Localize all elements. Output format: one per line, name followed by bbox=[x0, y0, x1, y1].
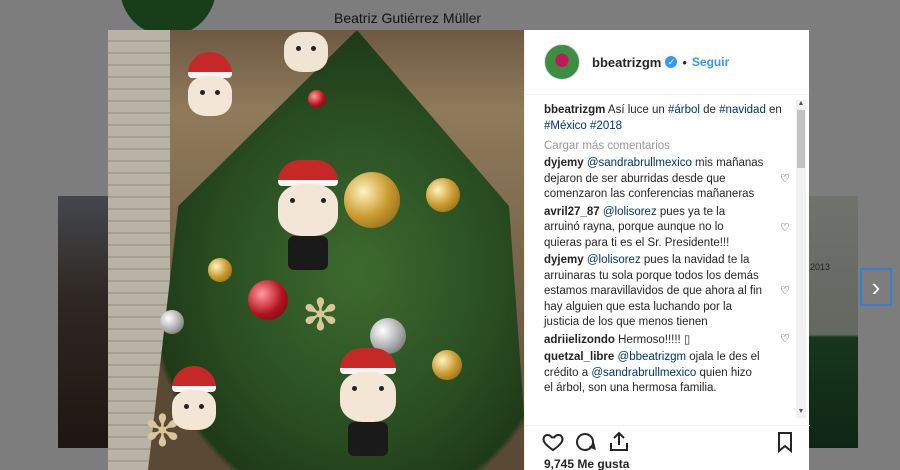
comment-item: dyjemy @lolisorez pues la navidad te la … bbox=[544, 253, 790, 331]
doll-ornament bbox=[172, 366, 216, 430]
mention-link[interactable]: @lolisorez bbox=[587, 254, 641, 266]
comment-username[interactable]: dyjemy bbox=[544, 157, 584, 169]
doll-ornament bbox=[188, 52, 232, 116]
chevron-right-icon[interactable]: › bbox=[860, 268, 892, 306]
caption-text: en bbox=[765, 104, 782, 116]
user-avatar[interactable] bbox=[544, 44, 580, 80]
share-icon[interactable] bbox=[607, 430, 631, 454]
caption-text: de bbox=[699, 104, 720, 116]
caption-username[interactable]: bbeatrizgm bbox=[544, 104, 605, 116]
hashtag-link[interactable]: #2018 bbox=[590, 120, 622, 132]
post-modal: ✻ ✻ bbeatrizgm ✓ • Seguir bbeatrizgm Así… bbox=[108, 30, 810, 470]
load-more-comments-button[interactable]: Cargar más comentarios bbox=[544, 140, 784, 152]
comment-item: adriielizondo Hermoso!!!!! ▯ ♡ bbox=[544, 333, 790, 349]
hashtag-link[interactable]: #México bbox=[544, 120, 587, 132]
mention-link[interactable]: @sandrabrullmexico bbox=[587, 157, 692, 169]
post-username[interactable]: bbeatrizgm bbox=[592, 55, 661, 70]
heart-icon[interactable]: ♡ bbox=[780, 173, 792, 185]
heart-icon[interactable]: ♡ bbox=[780, 222, 792, 234]
comments-list[interactable]: bbeatrizgm Así luce un #árbol de #navida… bbox=[525, 103, 810, 423]
comment-username[interactable]: quetzal_libre bbox=[544, 351, 614, 363]
comment-username[interactable]: dyjemy bbox=[544, 254, 584, 266]
comment-icon[interactable] bbox=[573, 430, 597, 454]
doll-ornament bbox=[340, 348, 396, 456]
ornament bbox=[344, 172, 400, 228]
scroll-down-arrow-icon[interactable]: ▼ bbox=[797, 408, 805, 416]
comment-item: dyjemy @sandrabrullmexico mis mañanas de… bbox=[544, 156, 790, 203]
scrollbar-thumb[interactable] bbox=[797, 110, 805, 168]
heart-icon[interactable] bbox=[541, 430, 565, 454]
ornament bbox=[308, 90, 326, 108]
post-actions-bar bbox=[525, 425, 810, 455]
post-caption: bbeatrizgm Así luce un #árbol de #navida… bbox=[544, 103, 784, 134]
hashtag-link[interactable]: #árbol bbox=[668, 104, 700, 116]
ornament bbox=[426, 178, 460, 212]
likes-count[interactable]: 9,745 Me gusta bbox=[544, 457, 629, 470]
hashtag-link[interactable]: #navidad bbox=[719, 104, 766, 116]
doll-ornament bbox=[284, 32, 328, 72]
post-header: bbeatrizgm ✓ • Seguir bbox=[525, 30, 809, 95]
follow-button[interactable]: Seguir bbox=[692, 55, 729, 69]
comment-username[interactable]: avril27_87 bbox=[544, 206, 600, 218]
comment-item: quetzal_libre @bbeatrizgm ojala le des e… bbox=[544, 350, 784, 397]
bookmark-icon[interactable] bbox=[773, 430, 797, 454]
post-photo[interactable]: ✻ ✻ bbox=[108, 30, 524, 470]
snowflake-ornament: ✻ bbox=[302, 291, 339, 340]
heart-icon[interactable]: ♡ bbox=[780, 333, 792, 345]
ornament bbox=[248, 280, 288, 320]
caption-text: Así luce un bbox=[607, 104, 668, 116]
doll-ornament bbox=[278, 160, 338, 270]
ornament bbox=[432, 350, 462, 380]
ornament bbox=[160, 310, 184, 334]
scroll-up-arrow-icon[interactable]: ▲ bbox=[797, 100, 805, 108]
comment-item: avril27_87 @lolisorez pues ya te la arru… bbox=[544, 205, 790, 252]
post-side-panel: bbeatrizgm ✓ • Seguir bbeatrizgm Así luc… bbox=[524, 30, 810, 470]
comment-username[interactable]: adriielizondo bbox=[544, 334, 615, 346]
mention-link[interactable]: @bbeatrizgm bbox=[618, 351, 687, 363]
heart-icon[interactable]: ♡ bbox=[780, 285, 792, 297]
comment-text: Hermoso!!!!! ▯ bbox=[618, 333, 691, 346]
ornament bbox=[208, 258, 232, 282]
mention-link[interactable]: @lolisorez bbox=[603, 206, 657, 218]
separator-dot: • bbox=[682, 54, 687, 70]
verified-badge-icon: ✓ bbox=[665, 56, 678, 68]
mention-link[interactable]: @sandrabrullmexico bbox=[591, 367, 696, 379]
